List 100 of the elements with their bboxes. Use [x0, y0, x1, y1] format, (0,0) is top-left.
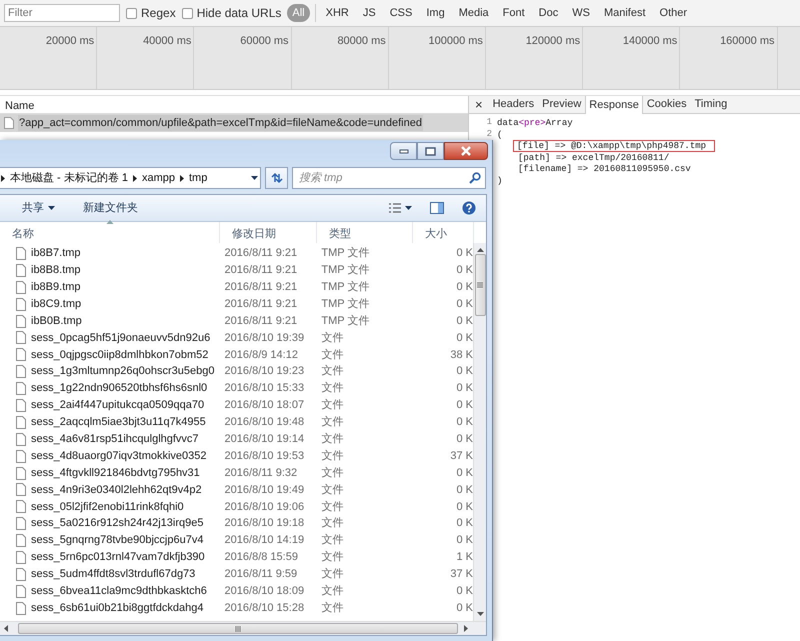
file-icon: [16, 534, 26, 548]
type-filter[interactable]: Doc: [534, 4, 564, 22]
file-icon: [16, 500, 26, 514]
up-arrow-icon[interactable]: [476, 248, 484, 252]
close-button[interactable]: [444, 142, 488, 160]
type-cell-text: 文件: [320, 516, 344, 532]
file-name[interactable]: ib8B8.tmp: [31, 262, 81, 279]
maximize-button[interactable]: [417, 142, 444, 160]
size-cell-text: 0 K: [456, 516, 473, 532]
help-icon: [462, 201, 476, 215]
date-cell-text: 2016/8/11 9:21: [224, 296, 298, 312]
file-icon: [16, 246, 26, 260]
file-name[interactable]: ib8B9.tmp: [31, 278, 81, 296]
file-name[interactable]: sess_2aqcqlm5iae3bjt3u11q7k4955: [31, 414, 206, 431]
file-name[interactable]: sess_6sb61ui0b21bi8ggtfdckdahg4: [31, 600, 204, 616]
size-cell-text: 0 K: [456, 364, 473, 380]
tab[interactable]: Preview: [538, 96, 586, 113]
type-filter[interactable]: WS: [567, 4, 595, 22]
type-cell-text: 文件: [320, 466, 344, 481]
filter-field[interactable]: Filter: [4, 4, 120, 22]
tab[interactable]: Cookies: [642, 96, 691, 113]
column-header[interactable]: 名称: [0, 222, 220, 243]
type-filter[interactable]: Media: [454, 4, 494, 22]
horizontal-scrollbar[interactable]: [0, 621, 486, 635]
date-cell-text: 2016/8/10 19:14: [224, 432, 306, 447]
refresh-button[interactable]: [265, 167, 288, 189]
file-name[interactable]: sess_1g3mltumnp26q0ohscr3u5ebg0: [31, 363, 214, 380]
date-cell-text: 2016/8/10 19:18: [224, 516, 306, 532]
close-button[interactable]: ×: [469, 96, 489, 113]
sort-icon: [106, 220, 113, 224]
date-cell-text: 2016/8/10 14:19: [224, 533, 306, 548]
checkbox-label[interactable]: Regex: [126, 4, 176, 22]
minimize-icon: [398, 148, 408, 154]
caret-icon: [405, 206, 412, 210]
file-name[interactable]: ib8B7.tmp: [31, 245, 81, 262]
file-name[interactable]: sess_5rn6pc013rnl47vam7dkfjb390: [31, 549, 205, 566]
request-row[interactable]: ?app_act=common/common/upfile&path=excelTmp&id=fileName&code=undefined: [0, 114, 468, 132]
file-icon: [16, 298, 26, 311]
left-arrow-icon[interactable]: [4, 625, 8, 632]
date-cell-text: 2016/8/8 15:59: [224, 550, 299, 566]
file-name[interactable]: sess_0pcag5hf51j9onaeuvv5dn92u6: [31, 330, 210, 346]
type-filter[interactable]: Manifest: [598, 4, 651, 22]
type-cell-text: 文件: [320, 550, 344, 566]
type-filter[interactable]: Font: [498, 4, 530, 22]
file-name[interactable]: sess_4a6v81rsp51ihcqulglhgfvvc7: [31, 430, 199, 448]
type-cell-text: 文件: [320, 500, 344, 515]
type-filter[interactable]: CSS: [384, 4, 418, 22]
type-filter[interactable]: JS: [358, 4, 381, 22]
type-filter[interactable]: Other: [654, 4, 692, 22]
file-name[interactable]: sess_6bvea11cla9mc9dthbkasktch6: [31, 583, 207, 600]
breadcrumb-item[interactable]: xampp: [142, 170, 175, 186]
file-name[interactable]: sess_0qjpgsc0iip8dmlhbkon7obm52: [31, 346, 208, 364]
file-name[interactable]: sess_5udm4ffdt8svl3trdufl67dg73: [31, 566, 196, 583]
file-name[interactable]: sess_1g22ndn906520tbhsf6hs6snl0: [31, 380, 208, 397]
minimize-button[interactable]: [390, 142, 417, 160]
type-filter[interactable]: Img: [421, 4, 450, 22]
column-header[interactable]: 大小: [413, 222, 474, 243]
type-filter[interactable]: XHR: [320, 4, 354, 22]
file-name[interactable]: sess_5gnqrng78tvbe90bjccjp6u7v4: [31, 532, 204, 549]
breadcrumb-item[interactable]: 本地磁盘 - 未标记的卷 1: [10, 170, 128, 186]
toolbar-button[interactable]: 新建文件夹: [77, 198, 144, 218]
breadcrumb-item[interactable]: tmp: [188, 170, 208, 186]
type-cell-text: 文件: [320, 364, 344, 380]
right-arrow-icon[interactable]: [464, 625, 468, 632]
file-name[interactable]: sess_2ai4f447upitukcqa0509qqa70: [31, 397, 204, 414]
file-name[interactable]: sess_4d8uaorg07iqv3tmokkive0352: [31, 448, 207, 464]
file-icon: [4, 117, 14, 129]
file-icon: [16, 568, 26, 581]
file-name[interactable]: sess_4ftgvkll921846bdvtg795hv31: [31, 464, 200, 482]
date-cell-text: 2016/8/10 19:49: [224, 482, 306, 498]
chevron-icon: [180, 174, 184, 182]
date-cell-text: 2016/8/11 9:32: [224, 466, 298, 481]
column-header[interactable]: 修改日期: [220, 222, 317, 243]
search-field[interactable]: 搜索 tmp: [292, 167, 486, 189]
file-icon: [16, 398, 26, 412]
column-header[interactable]: 类型: [317, 222, 413, 243]
size-cell-text: 0 K: [456, 263, 473, 278]
toolbar-button[interactable]: 共享: [16, 198, 61, 218]
tab[interactable]: Headers: [488, 96, 538, 113]
checkbox-label[interactable]: Hide data URLs: [182, 4, 282, 22]
file-icon: [16, 602, 26, 615]
type-cell-text: TMP 文件: [320, 296, 370, 312]
address-bar[interactable]: 本地磁盘 - 未标记的卷 1 xampp tmp: [0, 167, 261, 189]
file-name[interactable]: sess_5a0216r912sh24r42j13irq9e5: [31, 515, 204, 532]
type-cell-text: TMP 文件: [320, 246, 370, 262]
down-arrow-icon[interactable]: [476, 612, 484, 616]
file-name[interactable]: sess_4n9ri3e0340l2lehh62qt9v4p2: [31, 482, 202, 498]
vertical-scrollbar[interactable]: [473, 243, 486, 621]
tab[interactable]: Response: [585, 96, 643, 114]
size-cell-text: 38 K: [449, 348, 473, 363]
size-cell-text: 0 K: [456, 330, 473, 346]
type-cell-text: 文件: [320, 532, 344, 548]
file-name[interactable]: ib8C9.tmp: [31, 296, 82, 312]
tab[interactable]: Timing: [690, 96, 732, 113]
size-cell-text: 0 K: [456, 381, 473, 396]
file-icon: [16, 483, 26, 496]
dropdown-icon[interactable]: [251, 176, 258, 180]
file-name[interactable]: sess_05l2jfif2enobi11rink8fqhi0: [31, 498, 184, 516]
file-name[interactable]: ibB0B.tmp: [31, 312, 82, 330]
file-icon: [16, 382, 26, 396]
